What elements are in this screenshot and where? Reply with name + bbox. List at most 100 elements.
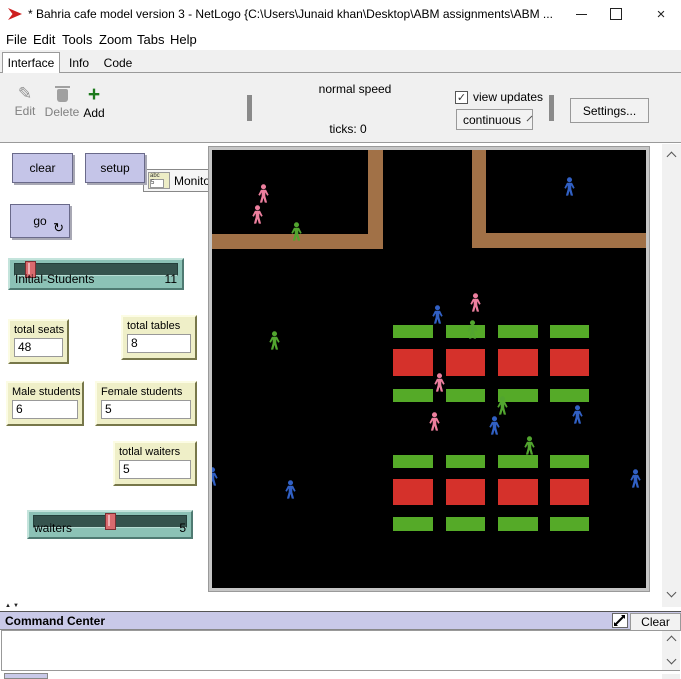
- netlogo-window: { "window": { "title": "* Bahria cafe mo…: [0, 0, 681, 679]
- close-button[interactable]: ×: [641, 0, 681, 28]
- monitor-totlal-waiters: totlal waiters 5: [113, 441, 197, 486]
- green-person-icon: [267, 331, 282, 350]
- waiters-slider[interactable]: waiters 5: [27, 510, 193, 539]
- seat-bench: [498, 517, 538, 531]
- settings-button[interactable]: Settings...: [570, 98, 649, 123]
- clear-button[interactable]: clear: [12, 153, 73, 183]
- initial-students-slider[interactable]: Initial-Students 11: [8, 258, 184, 290]
- blue-person-icon: [283, 480, 298, 499]
- seat-bench: [393, 325, 433, 338]
- green-person-icon: [495, 396, 510, 415]
- blue-person-icon: [487, 416, 502, 435]
- main-vertical-scrollbar[interactable]: [662, 144, 681, 607]
- monitor-male-students: Male students 6: [6, 381, 84, 426]
- command-center-output[interactable]: [1, 630, 680, 671]
- view-updates-control[interactable]: ✓ view updates: [455, 90, 543, 104]
- seat-bench: [498, 325, 538, 338]
- menu-tools[interactable]: Tools: [62, 32, 92, 47]
- table: [446, 479, 485, 505]
- menu-help[interactable]: Help: [170, 32, 197, 47]
- pink-person-icon: [468, 293, 483, 312]
- seat-bench: [393, 517, 433, 531]
- scroll-up-icon[interactable]: [666, 636, 676, 646]
- seat-bench: [550, 455, 589, 468]
- minimize-button[interactable]: [561, 0, 601, 28]
- pencil-icon: ✎: [18, 84, 32, 103]
- menu-file[interactable]: File: [6, 32, 27, 47]
- table: [550, 479, 589, 505]
- command-center-expand-button[interactable]: [612, 613, 628, 628]
- scroll-up-icon[interactable]: [667, 152, 677, 162]
- command-center-title: Command Center: [5, 614, 105, 628]
- add-tool-button[interactable]: + Add: [80, 84, 108, 120]
- scrollbar-corner: [662, 674, 680, 679]
- scroll-down-icon[interactable]: [666, 655, 676, 665]
- observer-prompt-partial[interactable]: [4, 673, 48, 679]
- maximize-button[interactable]: [596, 0, 636, 28]
- green-person-icon: [289, 222, 304, 241]
- delete-tool-button[interactable]: Delete: [44, 86, 80, 119]
- world-view[interactable]: [209, 147, 649, 591]
- seat-bench: [393, 455, 433, 468]
- plus-icon: +: [88, 83, 100, 106]
- seat-bench: [393, 389, 433, 402]
- seat-bench: [550, 325, 589, 338]
- speed-label: normal speed: [319, 82, 392, 96]
- table: [498, 479, 538, 505]
- slider-value: 11: [165, 272, 177, 286]
- seat-bench: [498, 455, 538, 468]
- seat-bench: [446, 389, 485, 402]
- monitor-total-seats: total seats 48: [8, 319, 69, 364]
- blue-person-icon: [209, 467, 220, 486]
- close-icon: ×: [657, 7, 666, 22]
- table: [393, 479, 433, 505]
- expand-arrows-icon: [613, 614, 627, 627]
- tab-code[interactable]: Code: [98, 52, 138, 73]
- blue-person-icon: [430, 305, 445, 324]
- green-person-icon: [522, 436, 537, 455]
- seat-bench: [446, 517, 485, 531]
- tab-bar: Interface Info Code: [0, 50, 681, 73]
- view-updates-checkbox[interactable]: ✓: [455, 91, 468, 104]
- pink-person-icon: [427, 412, 442, 431]
- view-updates-label: view updates: [473, 90, 543, 104]
- trash-icon: [57, 89, 68, 102]
- slider-value: 5: [179, 521, 186, 535]
- table: [498, 349, 538, 376]
- ticks-counter: ticks: 0: [329, 122, 366, 136]
- wall: [472, 233, 646, 248]
- go-button[interactable]: go ↻: [10, 204, 70, 238]
- seat-bench: [446, 455, 485, 468]
- menu-zoom[interactable]: Zoom: [99, 32, 132, 47]
- title-bar[interactable]: * Bahria cafe model version 3 - NetLogo …: [0, 0, 681, 28]
- monitor-widget-icon: abc 5: [148, 172, 170, 189]
- blue-person-icon: [562, 177, 577, 196]
- tab-info[interactable]: Info: [62, 52, 96, 73]
- command-center-scrollbar[interactable]: [662, 631, 680, 670]
- command-center-clear-button[interactable]: Clear: [630, 613, 681, 631]
- pink-person-icon: [256, 184, 271, 203]
- forever-icon: ↻: [53, 221, 64, 234]
- table: [446, 349, 485, 376]
- menu-edit[interactable]: Edit: [33, 32, 55, 47]
- slider-label: Initial-Students: [15, 272, 94, 286]
- command-center-header: Command Center Clear: [0, 611, 681, 630]
- chevron-down-icon: [527, 115, 533, 121]
- blue-person-icon: [628, 469, 643, 488]
- setup-button[interactable]: setup: [85, 153, 145, 183]
- blue-person-icon: [570, 405, 585, 424]
- toolbar-separator: [247, 95, 252, 121]
- scroll-down-icon[interactable]: [667, 588, 677, 598]
- pink-person-icon: [432, 373, 447, 392]
- pink-person-icon: [250, 205, 265, 224]
- seat-bench: [550, 389, 589, 402]
- slider-label: waiters: [34, 521, 72, 535]
- menu-tabs[interactable]: Tabs: [137, 32, 164, 47]
- command-center-splitter[interactable]: ▲▼: [5, 603, 21, 609]
- update-mode-dropdown[interactable]: continuous: [456, 109, 533, 130]
- toolbar-separator: [549, 95, 554, 121]
- edit-tool-button[interactable]: ✎ Edit: [10, 84, 40, 118]
- seat-bench: [550, 517, 589, 531]
- tab-interface[interactable]: Interface: [2, 52, 60, 73]
- maximize-icon: [610, 8, 622, 20]
